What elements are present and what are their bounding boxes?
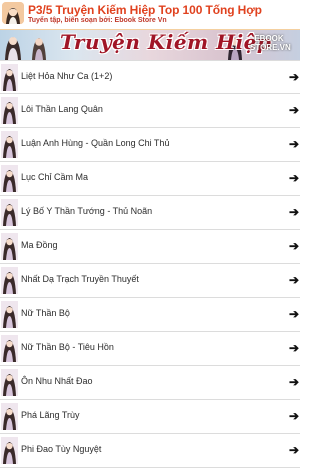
- girl-portrait-icon: [2, 2, 24, 24]
- right-arrow-icon[interactable]: ➔: [289, 374, 299, 390]
- list-item[interactable]: Lý Bố Y Thần Tướng - Thủ Noãn ➔: [0, 196, 300, 230]
- list-item[interactable]: Luận Anh Hùng - Quần Long Chi Thủ ➔: [0, 128, 300, 162]
- girl-portrait-thumbnail: [1, 97, 18, 124]
- right-arrow-icon[interactable]: ➔: [289, 306, 299, 322]
- list-item[interactable]: Phi Đao Tùy Nguyệt ➔: [0, 434, 300, 468]
- banner-brand: EBOOK STORE.VN: [250, 34, 291, 52]
- list-item-label: Nữ Thần Bộ - Tiêu Hồn: [21, 342, 114, 352]
- list-item-label: Lục Chỉ Cầm Ma: [21, 172, 89, 182]
- girl-portrait-thumbnail: [1, 335, 18, 362]
- right-arrow-icon[interactable]: ➔: [289, 442, 299, 458]
- banner: Truyện Kiếm Hiệp EBOOK STORE.VN: [0, 30, 300, 60]
- list-item[interactable]: Nữ Thần Bộ - Tiêu Hồn ➔: [0, 332, 300, 366]
- app-header: P3/5 Truyện Kiếm Hiệp Top 100 Tống Hợp T…: [0, 0, 300, 30]
- list-item-label: Ma Đồng: [21, 240, 58, 250]
- girl-portrait-thumbnail: [1, 369, 18, 396]
- girl-portrait-thumbnail: [1, 131, 18, 158]
- list-item[interactable]: Ôn Nhu Nhất Đao ➔: [0, 366, 300, 400]
- girl-portrait-thumbnail: [1, 233, 18, 260]
- list-item[interactable]: Phá Lãng Trùy ➔: [0, 400, 300, 434]
- girl-portrait-thumbnail: [1, 403, 18, 430]
- list-item-label: Phi Đao Tùy Nguyệt: [21, 444, 102, 454]
- app-subtitle: Tuyển tập, biên soạn bởi: Ebook Store Vn: [28, 17, 167, 24]
- banner-figure-second: [32, 38, 46, 60]
- right-arrow-icon[interactable]: ➔: [289, 136, 299, 152]
- list-item-label: Liệt Hỏa Như Ca (1+2): [21, 71, 113, 81]
- girl-portrait-thumbnail: [1, 437, 18, 464]
- list-item[interactable]: Nhất Dạ Trạch Truyền Thuyết ➔: [0, 264, 300, 298]
- app-title: P3/5 Truyện Kiếm Hiệp Top 100 Tống Hợp: [28, 3, 262, 17]
- list-item-label: Luận Anh Hùng - Quần Long Chi Thủ: [21, 138, 170, 148]
- list-item-label: Lôi Thần Lang Quân: [21, 104, 103, 114]
- list-item-label: Ôn Nhu Nhất Đao: [21, 376, 93, 386]
- list-item-label: Nhất Dạ Trạch Truyền Thuyết: [21, 274, 139, 284]
- list-item[interactable]: Liệt Hỏa Như Ca (1+2) ➔: [0, 60, 300, 94]
- list-item[interactable]: Ma Đồng ➔: [0, 230, 300, 264]
- girl-portrait-thumbnail: [1, 267, 18, 294]
- list-item-label: Nữ Thần Bộ: [21, 308, 70, 318]
- girl-portrait-thumbnail: [1, 301, 18, 328]
- girl-portrait-thumbnail: [1, 199, 18, 226]
- girl-portrait-thumbnail: [1, 64, 18, 91]
- right-arrow-icon[interactable]: ➔: [289, 272, 299, 288]
- list-item-label: Phá Lãng Trùy: [21, 410, 80, 420]
- right-arrow-icon[interactable]: ➔: [289, 204, 299, 220]
- banner-title: Truyện Kiếm Hiệp: [60, 30, 272, 54]
- story-list: Liệt Hỏa Như Ca (1+2) ➔ Lôi Thần Lang Quân…: [0, 60, 300, 468]
- list-item[interactable]: Nữ Thần Bộ ➔: [0, 298, 300, 332]
- right-arrow-icon[interactable]: ➔: [289, 238, 299, 254]
- right-arrow-icon[interactable]: ➔: [289, 69, 299, 85]
- right-arrow-icon[interactable]: ➔: [289, 340, 299, 356]
- girl-portrait-thumbnail: [1, 165, 18, 192]
- right-arrow-icon[interactable]: ➔: [289, 102, 299, 118]
- right-arrow-icon[interactable]: ➔: [289, 408, 299, 424]
- list-item[interactable]: Lục Chỉ Cầm Ma ➔: [0, 162, 300, 196]
- right-arrow-icon[interactable]: ➔: [289, 170, 299, 186]
- list-item[interactable]: Lôi Thần Lang Quân ➔: [0, 94, 300, 128]
- list-item-label: Lý Bố Y Thần Tướng - Thủ Noãn: [21, 206, 153, 216]
- banner-figure-left: [5, 37, 21, 60]
